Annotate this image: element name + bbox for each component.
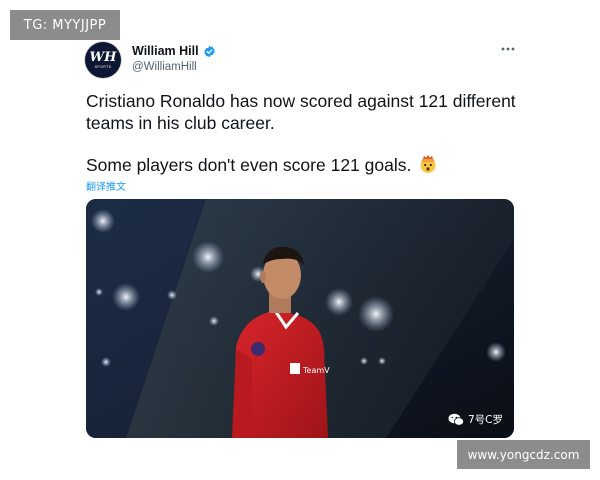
author-name[interactable]: William Hill — [132, 44, 216, 58]
verified-badge-icon — [203, 45, 215, 57]
watermark-top-left: TG: MYYJJPP — [10, 10, 120, 40]
watermark-bottom-right: www.yongcdz.com — [457, 440, 590, 469]
author-name-text: William Hill — [132, 44, 199, 58]
tweet-text-line-3: Some players don't even score 121 goals. — [86, 154, 438, 176]
author-handle[interactable]: @WilliamHill — [132, 61, 197, 73]
avatar-monogram: WH — [89, 50, 117, 65]
avatar-subtext: SPORTS — [94, 65, 112, 69]
wechat-icon — [448, 413, 464, 426]
avatar[interactable]: WH SPORTS — [85, 42, 121, 78]
image-watermark-text: 7号C罗 — [468, 414, 504, 426]
image-watermark: 7号C罗 — [448, 412, 503, 427]
more-horizontal-icon[interactable] — [500, 42, 516, 56]
tweet-text-line-1: Cristiano Ronaldo has now scored against… — [86, 91, 516, 111]
tweet-text-line-2: teams in his club career. — [86, 113, 275, 133]
exploding-head-emoji-icon — [420, 154, 436, 173]
tweet-media-photo[interactable]: TeamV — [86, 199, 514, 438]
svg-text:TeamV: TeamV — [302, 366, 330, 375]
translate-tweet-link[interactable]: 翻译推文 — [86, 178, 126, 193]
tweet-text-line-3-text: Some players don't even score 121 goals. — [86, 155, 412, 175]
player-photo: TeamV — [86, 199, 514, 438]
